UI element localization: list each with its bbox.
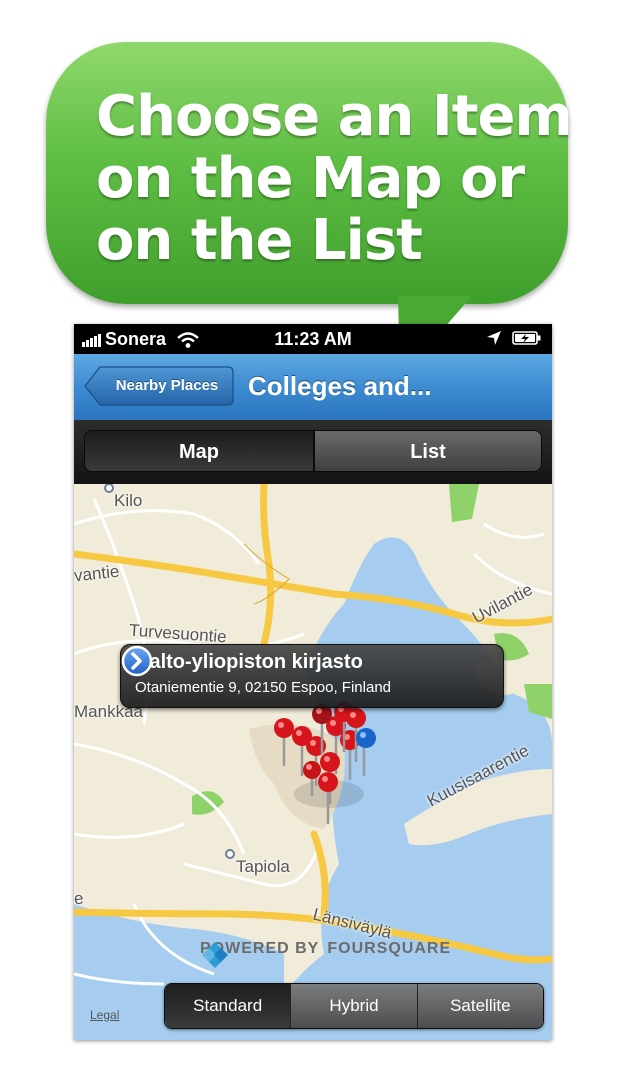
park-area — [449, 484, 479, 522]
phone-screen: Sonera 11:23 AM Nearby Places Colleges a… — [74, 324, 552, 1040]
navigation-bar: Nearby Places Colleges and... — [74, 354, 552, 421]
instruction-line-3: on the List — [96, 208, 423, 273]
instruction-line-2: on the Map or — [96, 146, 525, 211]
page-title: Colleges and... — [248, 371, 432, 401]
map-type-satellite[interactable]: Satellite — [416, 984, 543, 1028]
map-label-kilo: Kilo — [114, 491, 143, 510]
foursquare-logo-icon — [202, 942, 228, 968]
status-bar: Sonera 11:23 AM — [74, 324, 552, 354]
back-button[interactable]: Nearby Places — [84, 366, 234, 406]
back-button-label: Nearby Places — [115, 377, 219, 394]
place-callout[interactable]: Aalto-yliopiston kirjasto Otaniementie 9… — [120, 644, 504, 708]
map-label-tapiola: Tapiola — [236, 857, 290, 876]
map-type-standard[interactable]: Standard — [165, 984, 291, 1028]
callout-address: Otaniementie 9, 02150 Espoo, Finland — [135, 679, 392, 696]
status-time: 11:23 AM — [274, 329, 352, 349]
callout-title: Aalto-yliopiston kirjasto — [135, 651, 363, 673]
powered-by-foursquare: POWERED BY FOURSQUARE — [200, 940, 452, 968]
map-view[interactable]: Kilo vantie Turvesuontie Mankkaa Tapiola… — [74, 484, 552, 1040]
tapiola-marker — [225, 849, 235, 859]
detail-disclosure-icon[interactable] — [121, 645, 153, 677]
location-arrow-icon — [487, 331, 501, 345]
tab-map[interactable]: Map — [84, 430, 314, 472]
map-type-hybrid[interactable]: Hybrid — [290, 984, 417, 1028]
map-type-selector: Standard Hybrid Satellite — [164, 983, 544, 1029]
kilo-marker — [104, 484, 114, 493]
provider-name: FOURSQUARE — [327, 940, 452, 957]
tab-list[interactable]: List — [314, 430, 542, 472]
battery-charging-icon — [512, 331, 541, 345]
legal-link[interactable]: Legal — [90, 1008, 119, 1022]
instruction-text: Choose an Item on the Map or on the List — [96, 84, 573, 273]
instruction-line-1: Choose an Item — [96, 84, 573, 149]
view-toggle-bar: Map List — [74, 420, 552, 484]
